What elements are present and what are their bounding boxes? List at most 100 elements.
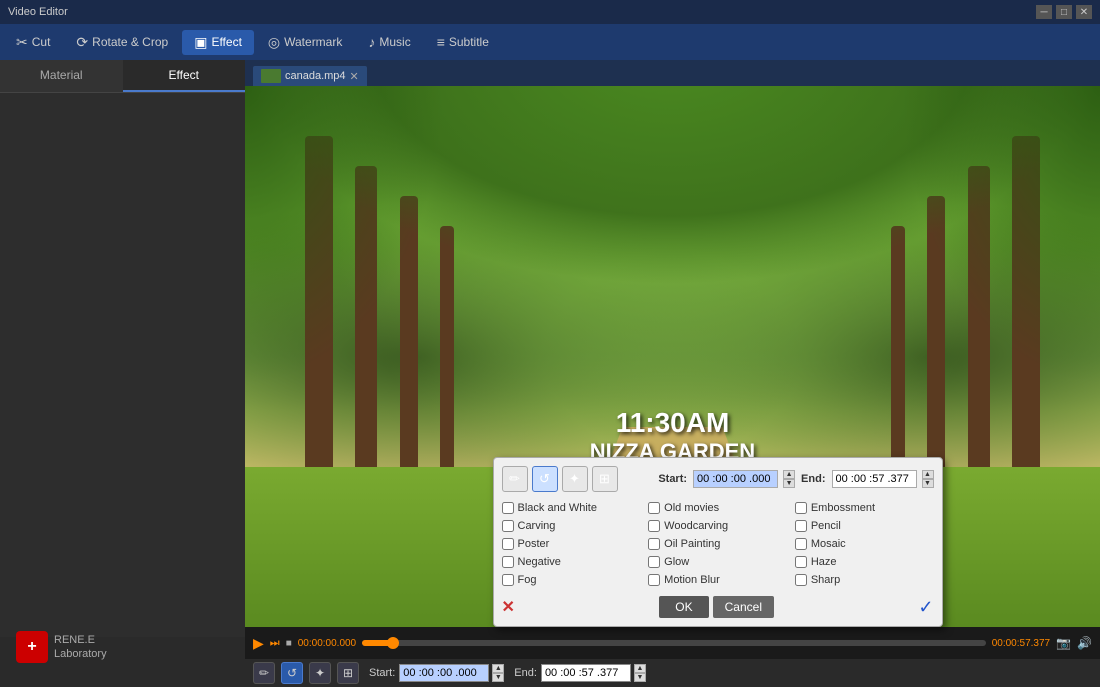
start-time-input[interactable]	[399, 664, 489, 682]
effect-fog-checkbox[interactable]	[502, 574, 514, 586]
start-label: Start:	[369, 667, 395, 679]
effect-pencil-icon[interactable]: ✏	[502, 466, 528, 492]
tool-rotate-button[interactable]: ↺	[281, 662, 303, 684]
tool-grid-button[interactable]: ⊞	[337, 662, 359, 684]
minimize-button[interactable]: ─	[1036, 5, 1052, 19]
effect-end-input[interactable]	[832, 470, 917, 488]
step-button[interactable]: ⏭	[270, 637, 280, 650]
close-button[interactable]: ✕	[1076, 5, 1092, 19]
effect-woodcarving-checkbox[interactable]	[648, 520, 660, 532]
end-time-spinbox[interactable]: ▲ ▼	[634, 664, 646, 682]
effect-carving-checkbox[interactable]	[502, 520, 514, 532]
effect-poster-checkbox[interactable]	[502, 538, 514, 550]
tab-music[interactable]: ♪ Music	[356, 30, 422, 54]
app-title: Video Editor	[8, 6, 68, 18]
window-controls[interactable]: ─ □ ✕	[1036, 5, 1092, 19]
effect-embossment-checkbox[interactable]	[795, 502, 807, 514]
start-time-down[interactable]: ▼	[492, 673, 504, 682]
effect-old-movies-label[interactable]: Old movies	[664, 502, 719, 514]
effect-glow: Glow	[648, 554, 787, 570]
effect-tab-label: Effect	[169, 68, 199, 82]
sidebar-tab-material[interactable]: Material	[0, 60, 123, 92]
tab-cut[interactable]: ✂ Cut	[4, 30, 62, 55]
end-time-down[interactable]: ▼	[634, 673, 646, 682]
effect-pencil-checkbox[interactable]	[795, 520, 807, 532]
effect-carving-label[interactable]: Carving	[518, 520, 556, 532]
effect-oil-painting-label[interactable]: Oil Painting	[664, 538, 720, 550]
sidebar-tab-effect[interactable]: Effect	[123, 60, 246, 92]
effect-negative-checkbox[interactable]	[502, 556, 514, 568]
tool-pencil-button[interactable]: ✏	[253, 662, 275, 684]
confirm-check-icon[interactable]: ✓	[918, 597, 933, 618]
effect-start-spinbox[interactable]: ▲ ▼	[783, 470, 795, 488]
tab-effect[interactable]: ▣ Effect	[182, 30, 254, 55]
cancel-button[interactable]: Cancel	[713, 596, 774, 618]
effects-grid: Black and White Old movies Embossment Ca…	[502, 500, 934, 588]
snapshot-button[interactable]: 📷	[1056, 636, 1071, 650]
effect-start-up[interactable]: ▲	[783, 470, 795, 479]
effect-negative-label[interactable]: Negative	[518, 556, 561, 568]
rotate-icon: ⟳	[76, 34, 88, 51]
effect-haze-label[interactable]: Haze	[811, 556, 837, 568]
stop-button[interactable]: ■	[286, 638, 292, 649]
effect-oil-painting-checkbox[interactable]	[648, 538, 660, 550]
playback-bar: ▶ ⏭ ■ 00:00:00.000 00:00:57.377 📷 🔊	[245, 627, 1100, 659]
tab-subtitle[interactable]: ≡ Subtitle	[425, 30, 501, 54]
tab-watermark[interactable]: ◎ Watermark	[256, 30, 354, 55]
effect-oil-painting: Oil Painting	[648, 536, 787, 552]
tab-effect-label: Effect	[211, 35, 241, 49]
logo-symbol: +	[27, 638, 36, 656]
file-tab-bar: canada.mp4 ✕	[245, 60, 1100, 86]
end-time-up[interactable]: ▲	[634, 664, 646, 673]
effect-rotate-icon[interactable]: ↺	[532, 466, 558, 492]
file-tab[interactable]: canada.mp4 ✕	[253, 66, 367, 86]
material-tab-label: Material	[40, 68, 83, 82]
effect-glow-checkbox[interactable]	[648, 556, 660, 568]
effect-end-down[interactable]: ▼	[922, 479, 934, 488]
effect-glow-label[interactable]: Glow	[664, 556, 689, 568]
end-time-input[interactable]	[541, 664, 631, 682]
tab-rotate-label: Rotate & Crop	[92, 35, 168, 49]
play-button[interactable]: ▶	[253, 635, 264, 652]
effect-fog-label[interactable]: Fog	[518, 574, 537, 586]
effect-motion-blur-checkbox[interactable]	[648, 574, 660, 586]
file-close-icon[interactable]: ✕	[350, 70, 359, 83]
effect-black-and-white-label[interactable]: Black and White	[518, 502, 597, 514]
volume-icon[interactable]: 🔊	[1077, 636, 1092, 650]
progress-track[interactable]	[362, 640, 986, 646]
tab-subtitle-label: Subtitle	[449, 35, 489, 49]
effect-motion-blur-label[interactable]: Motion Blur	[664, 574, 720, 586]
tab-rotate[interactable]: ⟳ Rotate & Crop	[64, 30, 180, 55]
effect-start-down[interactable]: ▼	[783, 479, 795, 488]
music-icon: ♪	[368, 34, 375, 50]
start-time-up[interactable]: ▲	[492, 664, 504, 673]
effect-black-and-white-checkbox[interactable]	[502, 502, 514, 514]
effect-woodcarving-label[interactable]: Woodcarving	[664, 520, 728, 532]
effect-mosaic-checkbox[interactable]	[795, 538, 807, 550]
panel-cancel-x-icon[interactable]: ✕	[502, 597, 515, 617]
progress-thumb[interactable]	[387, 637, 399, 649]
effect-grid-icon[interactable]: ⊞	[592, 466, 618, 492]
video-overlay: 11:30AM NIZZA GARDEN	[590, 407, 755, 465]
sidebar-tab-bar: Material Effect	[0, 60, 245, 93]
tab-bar: ✂ Cut ⟳ Rotate & Crop ▣ Effect ◎ Waterma…	[0, 24, 1100, 60]
effect-pencil-label[interactable]: Pencil	[811, 520, 841, 532]
tool-brightness-button[interactable]: ✦	[309, 662, 331, 684]
effect-haze-checkbox[interactable]	[795, 556, 807, 568]
tab-music-label: Music	[379, 35, 410, 49]
ok-button[interactable]: OK	[659, 596, 708, 618]
effect-sharp-label[interactable]: Sharp	[811, 574, 840, 586]
effect-sharp-checkbox[interactable]	[795, 574, 807, 586]
effect-end-spinbox[interactable]: ▲ ▼	[922, 470, 934, 488]
effect-mosaic-label[interactable]: Mosaic	[811, 538, 846, 550]
effect-embossment-label[interactable]: Embossment	[811, 502, 875, 514]
maximize-button[interactable]: □	[1056, 5, 1072, 19]
effect-end-up[interactable]: ▲	[922, 470, 934, 479]
effect-poster-label[interactable]: Poster	[518, 538, 550, 550]
effect-brightness-icon[interactable]: ✦	[562, 466, 588, 492]
effect-start-input[interactable]	[693, 470, 778, 488]
cut-icon: ✂	[16, 34, 28, 51]
end-time-group: End: ▲ ▼	[514, 664, 646, 682]
start-time-spinbox[interactable]: ▲ ▼	[492, 664, 504, 682]
effect-old-movies-checkbox[interactable]	[648, 502, 660, 514]
